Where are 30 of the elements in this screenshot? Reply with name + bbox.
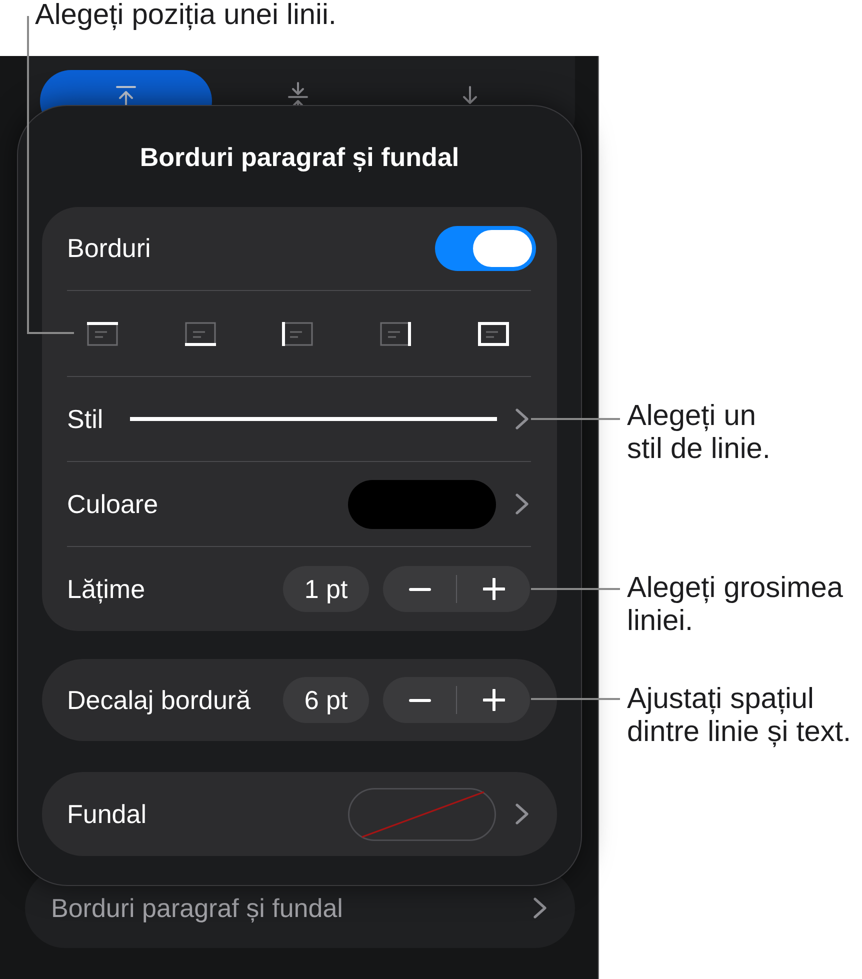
- align-middle-icon: [286, 82, 310, 108]
- chevron-right-icon: [515, 408, 529, 430]
- right-border-icon[interactable]: [380, 322, 412, 346]
- plus-icon: [482, 689, 504, 711]
- setting-label: Lățime: [67, 574, 146, 604]
- setting-label: Culoare: [67, 488, 158, 520]
- setting-label: Stil: [67, 404, 104, 434]
- value-readout: 1 pt: [283, 566, 369, 612]
- value-readout: 6 pt: [283, 677, 369, 723]
- callout-text: Alegeți grosimea liniei.: [627, 572, 843, 638]
- callout-text: Ajustați spațiul dintre linie și text.: [627, 683, 852, 749]
- minus-icon: [408, 698, 430, 702]
- setting-label: Fundal: [67, 798, 146, 830]
- box-border-icon[interactable]: [478, 322, 509, 346]
- chevron-right-icon: [533, 897, 547, 919]
- callout-text: Alegeți poziția unei linii.: [35, 0, 336, 30]
- color-swatch[interactable]: [348, 480, 496, 528]
- setting-label: Decalaj bordură: [67, 684, 251, 716]
- left-border-icon[interactable]: [282, 322, 314, 346]
- setting-label: Borduri: [67, 233, 151, 264]
- no-fill-swatch-icon[interactable]: [348, 788, 496, 840]
- callout-text: Alegeți un stil de linie.: [627, 400, 770, 466]
- popup-title: Borduri paragraf și fundal: [140, 141, 460, 173]
- chevron-right-icon: [515, 493, 529, 515]
- bottom-border-icon[interactable]: [184, 322, 216, 346]
- chevron-right-icon: [515, 803, 529, 825]
- top-border-icon[interactable]: [87, 322, 118, 346]
- plus-icon: [482, 578, 504, 600]
- minus-icon: [408, 588, 430, 590]
- toggle-switch[interactable]: [435, 226, 536, 271]
